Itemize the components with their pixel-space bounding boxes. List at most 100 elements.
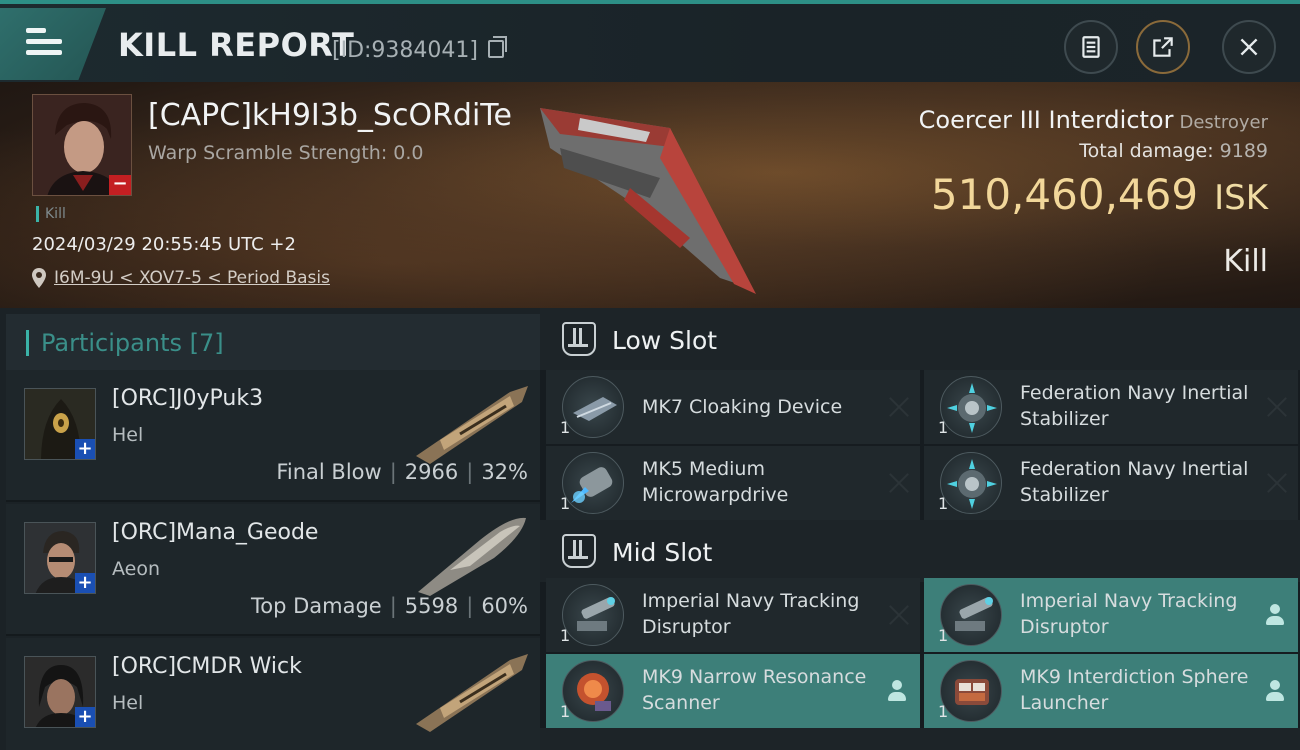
share-icon — [1153, 37, 1173, 57]
module-item[interactable]: 1 MK7 Cloaking Device — [546, 370, 920, 444]
victim-badge: − — [109, 175, 131, 195]
clipboard-button[interactable] — [1064, 20, 1118, 74]
participants-panel: Participants [7] + [ORC]J0yPuk3 Hel Fina… — [0, 308, 540, 750]
victim-ship-class: Destroyer — [1179, 112, 1268, 133]
participant-stats: Top Damage | 5598 | 60% — [251, 594, 528, 618]
destroyed-x-icon — [1266, 472, 1288, 494]
dropped-person-icon — [888, 680, 906, 702]
participant-row[interactable]: + [ORC]J0yPuk3 Hel Final Blow | 2966 | 32% — [6, 370, 540, 502]
participant-damage: 2966 — [404, 460, 459, 484]
avatar: + — [24, 388, 96, 460]
stat-divider: | — [466, 460, 474, 484]
module-item[interactable]: 1 MK9 Narrow Resonance Scanner — [546, 654, 920, 728]
participant-row[interactable]: + [ORC]CMDR Wick Hel — [6, 638, 540, 750]
stat-divider: | — [466, 594, 474, 618]
total-damage: Total damage: 9189 — [1079, 140, 1268, 162]
slot-icon — [562, 322, 596, 356]
module-name: Federation Navy Inertial Stabilizer — [1020, 458, 1249, 506]
low-slot-label: Low Slot — [612, 326, 718, 355]
module-name: MK7 Cloaking Device — [642, 396, 843, 418]
tracking-disruptor-icon — [940, 584, 1002, 646]
participant-name: [ORC]J0yPuk3 — [112, 386, 264, 411]
kill-result: Kill — [1223, 244, 1268, 279]
clipboard-icon — [1082, 36, 1100, 58]
participant-damage: 5598 — [404, 594, 459, 618]
mid-slot-header[interactable]: Mid Slot — [540, 520, 1300, 582]
tracking-disruptor-icon — [562, 584, 624, 646]
participant-ship: Aeon — [112, 558, 161, 580]
destroyed-x-icon — [888, 472, 910, 494]
module-item[interactable]: 1 MK9 Interdiction Sphere Launcher — [924, 654, 1298, 728]
kill-location-link[interactable]: I6M-9U < XOV7-5 < Period Basis — [54, 268, 330, 288]
close-button[interactable] — [1222, 20, 1276, 74]
stat-divider: | — [389, 460, 397, 484]
module-qty: 1 — [938, 494, 949, 513]
victim-ship: Coercer III Interdictor Destroyer — [919, 106, 1268, 134]
module-qty: 1 — [560, 626, 571, 645]
next-slot-header-partial — [540, 728, 1300, 750]
module-item[interactable]: 1 Federation Navy Inertial Stabilizer — [924, 370, 1298, 444]
isk-unit: ISK — [1214, 178, 1268, 218]
mid-slot-label: Mid Slot — [612, 538, 713, 567]
corp-plus-badge: + — [75, 573, 95, 593]
participant-ship-image — [418, 517, 526, 596]
low-slot-header[interactable]: Low Slot — [540, 308, 1300, 370]
inertial-stabilizer-icon — [940, 376, 1002, 438]
total-damage-value: 9189 — [1219, 140, 1268, 162]
victim-ship-image — [540, 108, 756, 294]
module-item[interactable]: 1 MK5 Medium Microwarpdrive — [546, 446, 920, 520]
victim-ship-name[interactable]: Coercer III Interdictor — [919, 106, 1174, 134]
share-button[interactable] — [1136, 20, 1190, 74]
module-name: MK9 Narrow Resonance Scanner — [642, 666, 867, 714]
corp-plus-badge: + — [75, 707, 95, 727]
slot-icon — [562, 534, 596, 568]
module-name: Federation Navy Inertial Stabilizer — [1020, 382, 1249, 430]
resonance-scanner-icon — [562, 660, 624, 722]
participant-ship: Hel — [112, 692, 144, 714]
module-qty: 1 — [938, 702, 949, 721]
module-item[interactable]: 1 Federation Navy Inertial Stabilizer — [924, 446, 1298, 520]
module-name: Imperial Navy Tracking Disruptor — [642, 590, 860, 638]
page-title: KILL REPORT — [118, 26, 355, 64]
microwarpdrive-icon — [562, 452, 624, 514]
kill-datetime: 2024/03/29 20:55:45 UTC +2 — [32, 234, 296, 255]
fitting-panel: Low Slot 1 MK7 Cloaking Device 1 Federat… — [540, 308, 1300, 750]
cloaking-device-icon — [562, 376, 624, 438]
module-name: MK5 Medium Microwarpdrive — [642, 458, 789, 506]
corp-plus-badge: + — [75, 439, 95, 459]
participant-role: Top Damage — [250, 594, 382, 618]
kill-tag: Kill — [36, 206, 66, 222]
module-item[interactable]: 1 Imperial Navy Tracking Disruptor — [924, 578, 1298, 652]
isk-amount: 510,460,469 — [930, 170, 1199, 219]
dropped-person-icon — [1266, 604, 1284, 626]
dropped-person-icon — [1266, 680, 1284, 702]
report-id: [ID:9384041] — [332, 38, 478, 63]
participant-row[interactable]: + [ORC]Mana_Geode Aeon Top Damage | 5598 | 6… — [6, 504, 540, 636]
victim-name[interactable]: [CAPC]kH9I3b_ScORdiTe — [148, 98, 512, 133]
module-qty: 1 — [560, 494, 571, 513]
stat-divider: | — [389, 594, 397, 618]
participant-percent: 60% — [481, 594, 528, 618]
menu-button[interactable] — [0, 8, 106, 80]
participant-ship: Hel — [112, 424, 144, 446]
isk-value: 510,460,469 ISK — [931, 170, 1268, 219]
module-qty: 1 — [560, 418, 571, 437]
module-qty: 1 — [560, 702, 571, 721]
destroyed-x-icon — [888, 396, 910, 418]
victim-banner: − [CAPC]kH9I3b_ScORdiTe Warp Scramble St… — [0, 82, 1300, 308]
participants-title: Participants [7] — [26, 330, 224, 356]
participant-role: Final Blow — [276, 460, 382, 484]
module-qty: 1 — [938, 626, 949, 645]
module-name: Imperial Navy Tracking Disruptor — [1020, 590, 1238, 638]
participants-header[interactable]: Participants [7] — [6, 314, 540, 370]
total-damage-label: Total damage: — [1079, 140, 1214, 162]
copy-icon[interactable] — [488, 36, 507, 58]
module-item[interactable]: 1 Imperial Navy Tracking Disruptor — [546, 578, 920, 652]
participant-name: [ORC]Mana_Geode — [112, 520, 319, 545]
location-pin-icon — [32, 268, 46, 288]
participant-stats: Final Blow | 2966 | 32% — [276, 460, 528, 484]
victim-avatar[interactable]: − — [32, 94, 132, 196]
close-icon — [1240, 38, 1258, 56]
menu-icon — [26, 28, 62, 61]
inertial-stabilizer-icon — [940, 452, 1002, 514]
